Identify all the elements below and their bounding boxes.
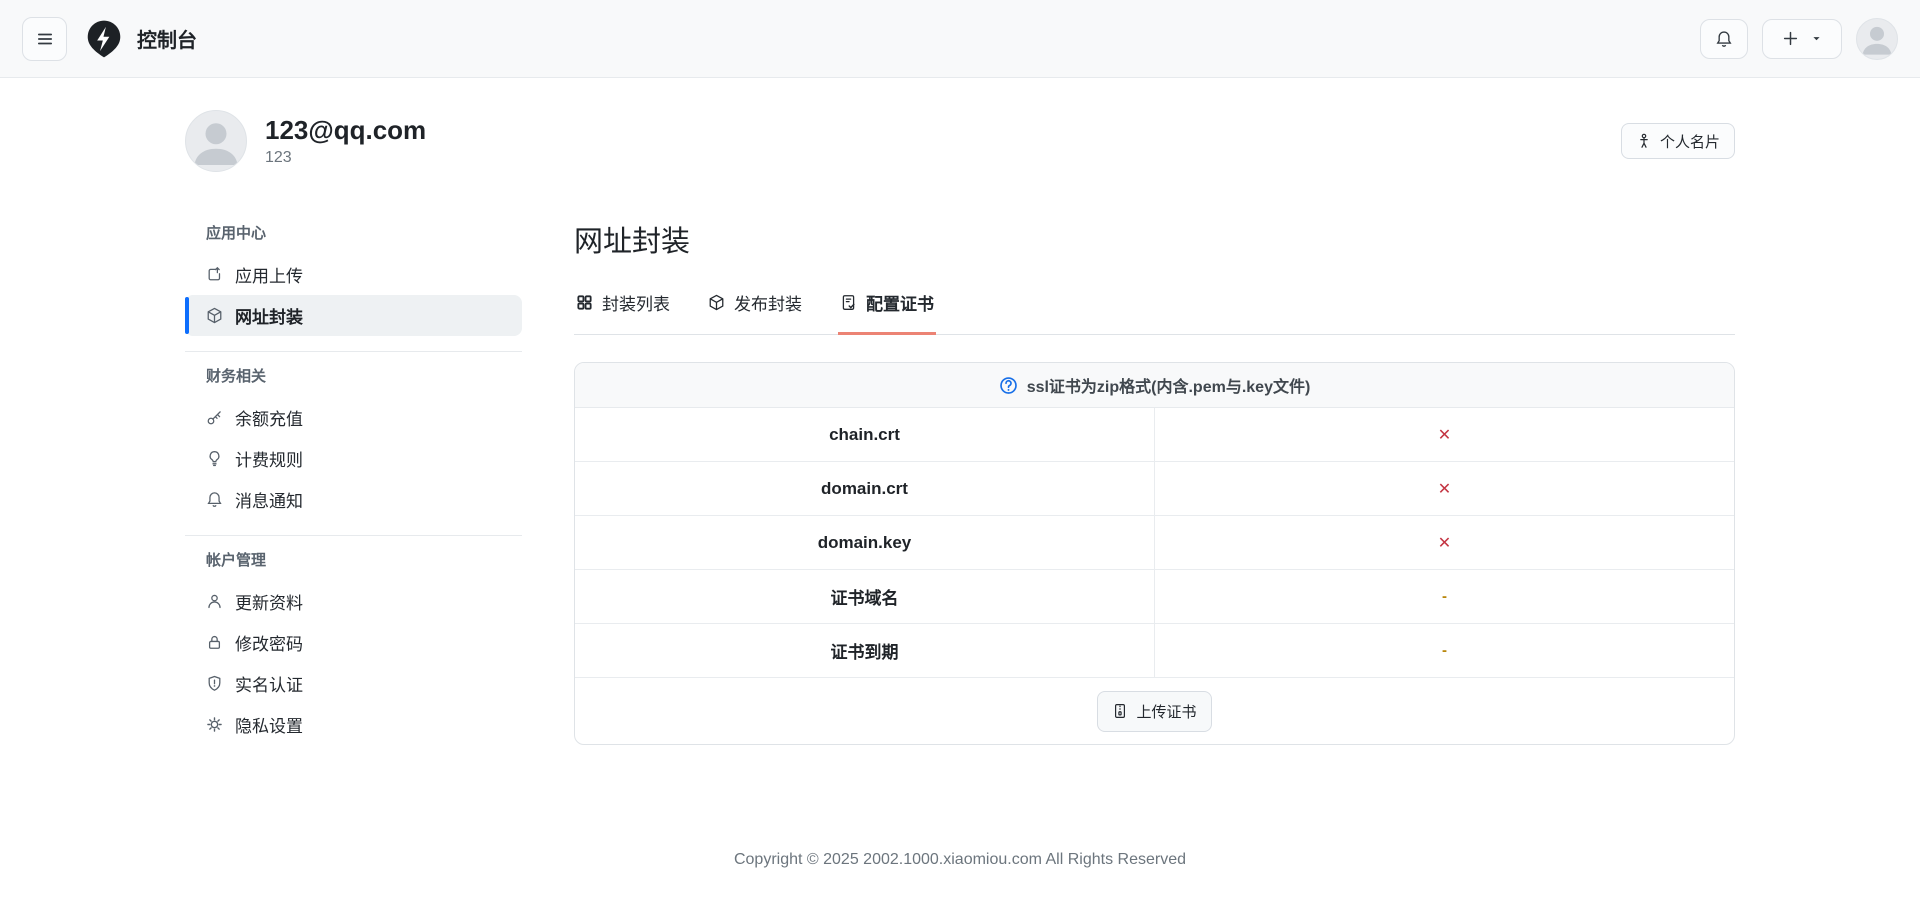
user-avatar-icon: [1856, 17, 1898, 60]
shield-exclamation-icon: [206, 675, 223, 692]
question-circle-icon: [999, 376, 1018, 395]
sidebar-divider: [185, 535, 522, 536]
gear-icon: [206, 716, 223, 733]
cert-field-name: 证书域名: [830, 589, 899, 608]
sidebar-item-label: 应用上传: [235, 267, 303, 286]
box-arrow-up-icon: [206, 266, 223, 283]
cert-file-name: chain.crt: [829, 424, 900, 444]
tab-label: 发布封装: [734, 295, 802, 314]
plus-icon: [1782, 30, 1799, 47]
certificate-notice-text: ssl证书为zip格式(内含.pem与.key文件): [1026, 379, 1311, 396]
brand-logo[interactable]: [83, 18, 125, 60]
status-empty-mark: -: [1442, 588, 1447, 605]
tab-package-list[interactable]: 封装列表: [574, 290, 672, 335]
cert-file-name: domain.crt: [821, 478, 908, 498]
lightning-pin-logo-icon: [83, 18, 125, 60]
cube-icon: [206, 307, 223, 324]
person-icon: [206, 593, 223, 610]
sidebar-item-url-packaging[interactable]: 网址封装: [185, 295, 522, 336]
top-navbar: 控制台: [0, 0, 1920, 78]
file-zip-icon: [1112, 703, 1128, 719]
sidebar-section-app-center: 应用中心: [206, 225, 267, 242]
status-missing-mark: ✕: [1437, 480, 1452, 498]
file-check-icon: [840, 294, 857, 311]
sidebar-item-balance-recharge[interactable]: 余额充值: [185, 397, 522, 438]
personal-card-label: 个人名片: [1659, 133, 1720, 151]
personal-card-button[interactable]: 个人名片: [1620, 123, 1735, 159]
certificate-footer: 上传证书: [575, 678, 1734, 744]
sidebar-item-update-profile[interactable]: 更新资料: [185, 581, 522, 622]
sidebar-item-label: 计费规则: [235, 451, 303, 470]
sidebar-toggle-button[interactable]: [22, 16, 67, 61]
navbar-user-avatar[interactable]: [1856, 17, 1898, 60]
caret-down-icon: [1811, 33, 1822, 44]
upload-certificate-label: 上传证书: [1136, 703, 1197, 721]
tab-bar: 封装列表 发布封装 配置证书: [574, 290, 1735, 335]
table-row: 证书到期 -: [575, 624, 1734, 678]
sidebar-item-label: 更新资料: [235, 594, 303, 613]
hamburger-menu-icon: [36, 30, 54, 48]
grid-icon: [576, 294, 593, 311]
create-new-button[interactable]: [1762, 18, 1842, 59]
status-empty-mark: -: [1442, 642, 1447, 659]
page-title: 网址封装: [574, 226, 691, 258]
notifications-button[interactable]: [1700, 18, 1748, 59]
table-row: 证书域名 -: [575, 570, 1734, 624]
sidebar-item-label: 隐私设置: [235, 717, 303, 736]
status-missing-mark: ✕: [1437, 534, 1452, 552]
profile-header: 123@qq.com 123 个人名片: [185, 110, 1735, 172]
bell-icon: [206, 491, 223, 508]
tab-configure-certificate[interactable]: 配置证书: [838, 290, 936, 335]
cert-file-name: domain.key: [817, 532, 912, 552]
bell-icon: [1715, 30, 1733, 48]
table-row: domain.key ✕: [575, 516, 1734, 570]
certificate-table: ssl证书为zip格式(内含.pem与.key文件) chain.crt ✕ d…: [574, 362, 1735, 745]
upload-certificate-button[interactable]: 上传证书: [1097, 690, 1212, 732]
tab-label: 封装列表: [602, 295, 670, 314]
certificate-notice: ssl证书为zip格式(内含.pem与.key文件): [575, 363, 1734, 408]
sidebar-item-privacy-settings[interactable]: 隐私设置: [185, 704, 522, 745]
sidebar-item-app-upload[interactable]: 应用上传: [185, 254, 522, 295]
sidebar: 应用中心 应用上传 网址封装 财务相关 余额充值 计费规则 消息通知 帐户管理 …: [185, 218, 522, 745]
lock-icon: [206, 634, 223, 651]
main-content: 网址封装 封装列表 发布封装 配置证书 ssl证书为zip格式(内含.pem与.…: [574, 218, 1735, 745]
copyright-text: Copyright © 2025 2002.1000.xiaomiou.com …: [733, 851, 1187, 868]
sidebar-item-label: 实名认证: [235, 676, 303, 695]
status-missing-mark: ✕: [1437, 426, 1452, 444]
table-row: chain.crt ✕: [575, 408, 1734, 462]
cube-icon: [708, 294, 725, 311]
sidebar-item-label: 余额充值: [235, 410, 303, 429]
sidebar-item-billing-rules[interactable]: 计费规则: [185, 438, 522, 479]
app-title: 控制台: [137, 30, 197, 52]
profile-email: 123@qq.com: [265, 115, 427, 145]
sidebar-item-label: 网址封装: [235, 308, 303, 327]
copyright-footer: Copyright © 2025 2002.1000.xiaomiou.com …: [0, 851, 1920, 869]
person-standing-icon: [1636, 133, 1652, 149]
tab-label: 配置证书: [866, 295, 934, 314]
profile-avatar: [185, 110, 247, 172]
tab-publish-package[interactable]: 发布封装: [706, 290, 804, 335]
cert-field-name: 证书到期: [830, 643, 899, 662]
profile-username: 123: [265, 149, 292, 166]
table-row: domain.crt ✕: [575, 462, 1734, 516]
sidebar-section-account: 帐户管理: [206, 552, 267, 569]
sidebar-item-label: 修改密码: [235, 635, 303, 654]
key-icon: [206, 409, 223, 426]
sidebar-item-label: 消息通知: [235, 492, 303, 511]
sidebar-item-change-password[interactable]: 修改密码: [185, 622, 522, 663]
lightbulb-icon: [206, 450, 223, 467]
sidebar-divider: [185, 351, 522, 352]
sidebar-section-finance: 财务相关: [206, 368, 267, 385]
sidebar-item-real-name-verification[interactable]: 实名认证: [185, 663, 522, 704]
sidebar-item-notifications[interactable]: 消息通知: [185, 479, 522, 520]
